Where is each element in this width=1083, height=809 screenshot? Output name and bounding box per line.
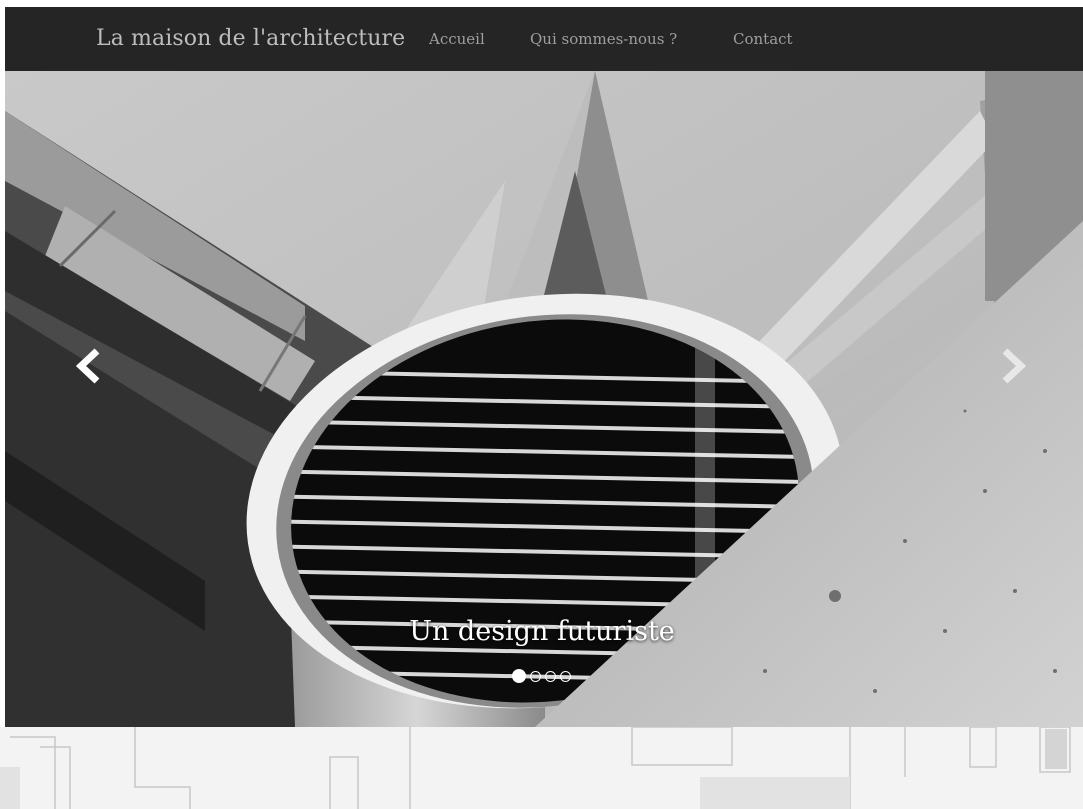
carousel-indicator-1[interactable] (512, 669, 526, 683)
nav-link-contact[interactable]: Contact (733, 7, 793, 71)
carousel-prev-control[interactable] (65, 341, 115, 391)
carousel-caption-text: Un design futuriste (409, 616, 675, 647)
nav-link-accueil[interactable]: Accueil (429, 7, 485, 71)
brand-link[interactable]: La maison de l'architecture (96, 7, 405, 71)
background-pattern (0, 727, 1083, 809)
carousel-indicator-3[interactable] (545, 670, 556, 682)
decorative-pattern (0, 727, 1083, 809)
carousel-indicator-2[interactable] (530, 670, 541, 682)
chevron-left-icon (75, 348, 100, 384)
carousel-caption: Un design futuriste (5, 616, 1083, 647)
navbar: La maison de l'architecture Accueil Qui … (5, 7, 1083, 71)
chevron-right-icon (1002, 348, 1027, 384)
carousel-next-control[interactable] (987, 341, 1037, 391)
carousel-indicator-4[interactable] (560, 670, 571, 682)
carousel-indicators (512, 668, 571, 684)
hero-carousel: Un design futuriste (5, 71, 1083, 727)
nav-link-qui-sommes-nous[interactable]: Qui sommes-nous ? (530, 7, 677, 71)
